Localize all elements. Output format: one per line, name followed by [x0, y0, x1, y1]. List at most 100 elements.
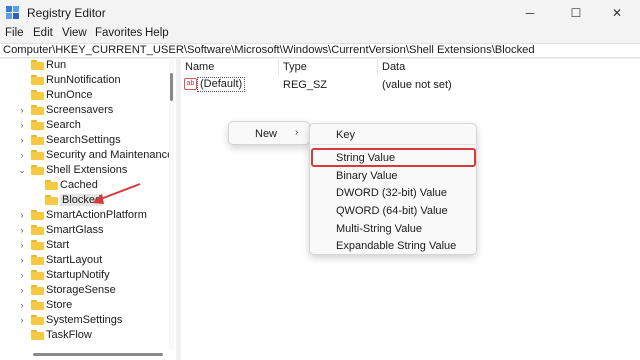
folder-icon: [31, 90, 44, 100]
tree-item[interactable]: › Security and Maintenance: [0, 148, 174, 163]
folder-icon: [31, 210, 44, 220]
string-value-icon: ab: [184, 78, 197, 90]
submenu-qword-value[interactable]: QWORD (64-bit) Value: [336, 205, 448, 217]
tree-scroll-thumb[interactable]: [170, 73, 173, 101]
tree-item-label: Start: [46, 239, 70, 251]
chevron-right-icon[interactable]: ›: [17, 315, 27, 325]
menu-bar: File Edit View Favorites Help: [0, 26, 640, 42]
minimize-button[interactable]: ─: [507, 0, 553, 26]
value-type: REG_SZ: [283, 79, 328, 91]
tree-item[interactable]: › SearchSettings: [0, 133, 168, 148]
tree-item-label: StartupNotify: [46, 269, 110, 281]
value-name[interactable]: (Default): [197, 77, 246, 92]
tree-item[interactable]: › SmartGlass: [0, 223, 168, 238]
tree-hscroll-thumb[interactable]: [33, 353, 163, 356]
folder-icon: [31, 285, 44, 295]
tree-item-label: TaskFlow: [46, 329, 92, 341]
folder-icon: [31, 135, 44, 145]
folder-icon: [31, 150, 44, 160]
folder-icon: [31, 105, 44, 115]
new-submenu: Key String Value Binary Value DWORD (32-…: [309, 123, 477, 255]
tree-item-label: Shell Extensions: [46, 164, 128, 176]
menu-favorites[interactable]: Favorites: [95, 27, 142, 39]
column-type[interactable]: Type: [283, 61, 307, 73]
chevron-right-icon[interactable]: ›: [17, 255, 27, 265]
tree-item[interactable]: › StorageSense: [0, 283, 168, 298]
chevron-right-icon[interactable]: ›: [17, 150, 27, 160]
chevron-right-icon[interactable]: ›: [17, 300, 27, 310]
tree-item[interactable]: › Store: [0, 298, 168, 313]
folder-icon: [45, 180, 58, 190]
tree-item-label: Screensavers: [46, 104, 114, 116]
context-menu: New ›: [228, 121, 310, 145]
submenu-expandable-string-value[interactable]: Expandable String Value: [336, 240, 456, 252]
close-icon: ✕: [611, 6, 623, 20]
tree-vertical-scrollbar[interactable]: [169, 59, 174, 360]
tree-item[interactable]: › Search: [0, 118, 168, 133]
folder-icon: [31, 300, 44, 310]
submenu-binary-value[interactable]: Binary Value: [336, 170, 398, 182]
tree-item-label: SearchSettings: [46, 134, 121, 146]
chevron-right-icon[interactable]: ›: [17, 270, 27, 280]
chevron-right-icon[interactable]: ›: [17, 210, 27, 220]
tree-item-label: Search: [46, 119, 81, 131]
tree-item-label: Security and Maintenance: [46, 149, 174, 161]
folder-icon: [31, 330, 44, 340]
folder-icon: [31, 255, 44, 265]
menu-view[interactable]: View: [62, 27, 87, 39]
value-data: (value not set): [382, 79, 452, 91]
close-button[interactable]: ✕: [594, 0, 640, 26]
tree-item[interactable]: ⌄ Shell Extensions: [0, 163, 168, 178]
chevron-right-icon[interactable]: ›: [17, 225, 27, 235]
column-divider[interactable]: [377, 59, 378, 75]
chevron-right-icon[interactable]: ›: [17, 135, 27, 145]
chevron-right-icon: ›: [295, 127, 299, 138]
folder-icon: [45, 195, 58, 205]
tree-item[interactable]: › StartupNotify: [0, 268, 168, 283]
chevron-right-icon[interactable]: ›: [17, 105, 27, 115]
context-menu-new-label: New: [255, 128, 278, 140]
tree-item[interactable]: TaskFlow: [0, 328, 168, 343]
submenu-multi-string-value[interactable]: Multi-String Value: [336, 223, 422, 235]
submenu-string-value[interactable]: String Value: [336, 152, 395, 164]
column-data[interactable]: Data: [382, 61, 405, 73]
menu-file[interactable]: File: [5, 27, 24, 39]
tree-item[interactable]: › StartLayout: [0, 253, 168, 268]
tree-item[interactable]: RunOnce: [0, 88, 168, 103]
minimize-icon: ─: [525, 6, 535, 20]
submenu-dword-value[interactable]: DWORD (32-bit) Value: [336, 187, 447, 199]
maximize-button[interactable]: ☐: [553, 0, 599, 26]
tree-item-label: SmartGlass: [46, 224, 104, 236]
tree-item[interactable]: › Screensavers: [0, 103, 168, 118]
submenu-key[interactable]: Key: [336, 129, 355, 141]
tree-horizontal-scrollbar[interactable]: [0, 349, 176, 360]
annotation-arrow-icon: [92, 183, 141, 204]
folder-icon: [31, 120, 44, 130]
folder-icon: [31, 75, 44, 85]
address-path[interactable]: Computer\HKEY_CURRENT_USER\Software\Micr…: [3, 44, 535, 56]
menu-help[interactable]: Help: [145, 27, 169, 39]
tree-item[interactable]: › SystemSettings: [0, 313, 168, 328]
address-bar[interactable]: Computer\HKEY_CURRENT_USER\Software\Micr…: [0, 43, 640, 58]
title-bar: Registry Editor ─ ☐ ✕: [0, 0, 640, 26]
column-divider[interactable]: [278, 59, 279, 75]
chevron-down-icon[interactable]: ⌄: [17, 165, 27, 175]
chevron-right-icon[interactable]: ›: [17, 120, 27, 130]
folder-icon: [31, 270, 44, 280]
menu-edit[interactable]: Edit: [33, 27, 53, 39]
tree-item-label: RunNotification: [46, 74, 121, 86]
chevron-right-icon[interactable]: ›: [17, 240, 27, 250]
tree-item[interactable]: › SmartActionPlatform: [0, 208, 168, 223]
tree-item-label: Run: [46, 59, 67, 71]
chevron-right-icon[interactable]: ›: [17, 285, 27, 295]
tree-item[interactable]: RunNotification: [0, 73, 168, 88]
regedit-icon: [6, 6, 19, 19]
tree-item[interactable]: › Start: [0, 238, 168, 253]
column-name[interactable]: Name: [185, 61, 214, 73]
menu-separator: [311, 144, 477, 145]
tree-item[interactable]: Run: [0, 59, 168, 73]
